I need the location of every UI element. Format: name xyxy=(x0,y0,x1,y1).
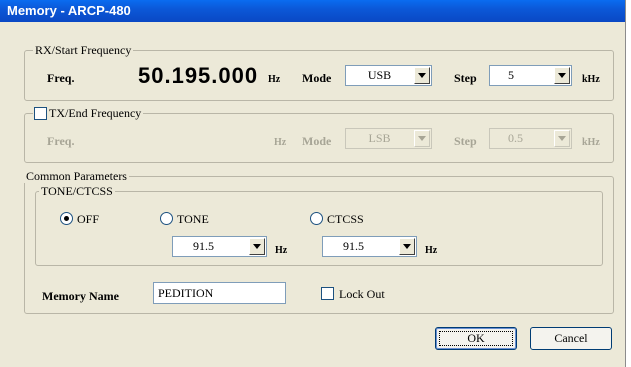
rx-group-legend: RX/Start Frequency xyxy=(33,43,134,57)
common-group-legend: Common Parameters xyxy=(24,169,129,183)
rx-step-value: 5 xyxy=(508,68,514,82)
rx-mode-value: USB xyxy=(367,68,392,82)
tx-mode-label: Mode xyxy=(302,134,332,148)
tone-ctcss-group: TONE/CTCSS OFF TONE CTCSS 91.5 Hz 91.5 H… xyxy=(35,184,603,266)
chevron-down-icon xyxy=(558,136,566,141)
rx-step-unit: kHz xyxy=(582,74,600,85)
chevron-down-icon xyxy=(403,244,411,249)
tone-radio-label[interactable]: TONE xyxy=(177,212,209,226)
tone-radio[interactable] xyxy=(160,212,173,225)
chevron-down-icon xyxy=(418,136,426,141)
ctcss-unit: Hz xyxy=(425,245,438,256)
chevron-down-icon xyxy=(253,244,261,249)
tx-mode-select: LSB xyxy=(345,128,432,149)
ctcss-frequency-dropdown-button[interactable] xyxy=(399,238,415,255)
focus-rectangle xyxy=(439,331,513,346)
rx-mode-dropdown-button[interactable] xyxy=(414,67,430,84)
chevron-down-icon xyxy=(558,73,566,78)
common-parameters-group: Common Parameters TONE/CTCSS OFF TONE CT… xyxy=(24,169,614,314)
rx-step-select[interactable]: 5 xyxy=(489,65,572,86)
memory-name-input[interactable]: PEDITION xyxy=(153,282,286,304)
tx-freq-label: Freq. xyxy=(47,134,75,148)
tx-group-label[interactable]: TX/End Frequency xyxy=(49,106,141,120)
title-bar[interactable]: Memory - ARCP-480 xyxy=(0,0,625,22)
rx-frequency-group: RX/Start Frequency Freq. 50.195.000 Hz M… xyxy=(24,43,614,101)
rx-mode-select[interactable]: USB xyxy=(345,65,432,86)
tx-step-value: 0.5 xyxy=(508,131,523,145)
tone-ctcss-legend: TONE/CTCSS xyxy=(39,184,115,198)
tx-enable-checkbox[interactable] xyxy=(34,107,47,120)
rx-mode-label: Mode xyxy=(302,71,332,85)
lock-out-checkbox[interactable] xyxy=(321,287,334,300)
rx-step-dropdown-button[interactable] xyxy=(554,67,570,84)
tone-frequency-dropdown-button[interactable] xyxy=(249,238,265,255)
ctcss-radio-label[interactable]: CTCSS xyxy=(327,212,364,226)
tx-frequency-group: TX/End Frequency Freq. Hz Mode LSB Step … xyxy=(24,106,614,163)
tone-frequency-value: 91.5 xyxy=(193,239,214,253)
lock-out-label[interactable]: Lock Out xyxy=(339,287,385,301)
tx-step-dropdown-button xyxy=(554,130,570,147)
cancel-button-label: Cancel xyxy=(554,331,588,345)
rx-freq-unit: Hz xyxy=(268,74,281,85)
tx-mode-dropdown-button xyxy=(414,130,430,147)
off-radio[interactable] xyxy=(60,212,73,225)
chevron-down-icon xyxy=(418,73,426,78)
ctcss-frequency-select[interactable]: 91.5 xyxy=(322,236,417,257)
memory-name-label: Memory Name xyxy=(42,289,119,303)
tx-mode-value: LSB xyxy=(368,131,391,145)
tx-step-label: Step xyxy=(454,134,477,148)
off-radio-label[interactable]: OFF xyxy=(77,212,99,226)
tone-frequency-select[interactable]: 91.5 xyxy=(172,236,267,257)
ctcss-radio[interactable] xyxy=(310,212,323,225)
ok-button[interactable]: OK xyxy=(435,327,517,350)
ctcss-frequency-value: 91.5 xyxy=(343,239,364,253)
cancel-button[interactable]: Cancel xyxy=(530,327,612,350)
window-title: Memory - ARCP-480 xyxy=(7,3,131,18)
tx-step-unit: kHz xyxy=(582,137,600,148)
tone-unit: Hz xyxy=(275,245,288,256)
rx-freq-value[interactable]: 50.195.000 xyxy=(138,64,258,88)
memory-dialog: Memory - ARCP-480 RX/Start Frequency Fre… xyxy=(0,0,626,367)
rx-step-label: Step xyxy=(454,71,477,85)
tx-freq-unit: Hz xyxy=(274,137,287,148)
tx-group-legend: TX/End Frequency xyxy=(33,106,144,120)
tx-step-select: 0.5 xyxy=(489,128,572,149)
rx-freq-label: Freq. xyxy=(47,71,75,85)
